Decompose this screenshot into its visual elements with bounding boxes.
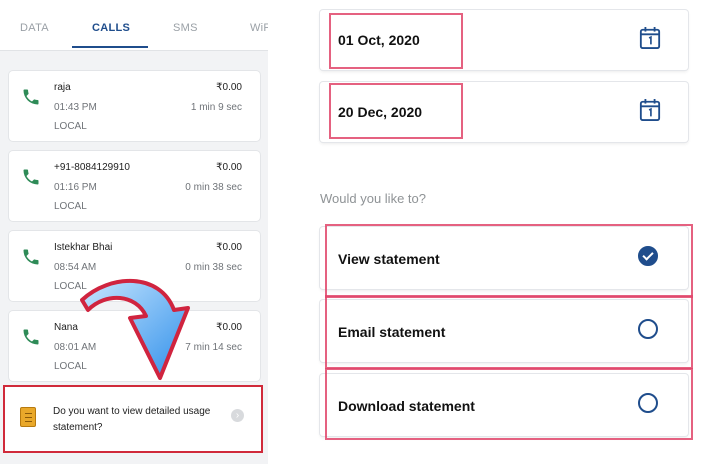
phone-icon	[23, 169, 39, 185]
call-time: 01:43 PM	[54, 102, 97, 113]
active-tab-indicator	[72, 46, 148, 48]
call-amount: ₹0.00	[216, 162, 242, 173]
caller-name: Istekhar Bhai	[54, 242, 113, 253]
options-prompt: Would you like to?	[320, 191, 426, 206]
option-annotation	[325, 295, 693, 369]
statement-panel: 01 Oct, 2020 20 Dec, 2020 Would you like…	[302, 0, 720, 464]
divider	[0, 50, 268, 51]
book-icon	[20, 407, 36, 427]
caller-name: raja	[54, 82, 71, 93]
date-annotation	[329, 83, 463, 139]
tab-calls[interactable]: CALLS	[92, 22, 130, 34]
option-annotation	[325, 224, 693, 298]
call-type: LOCAL	[54, 121, 87, 132]
call-record[interactable]: raja 01:43 PM LOCAL ₹0.00 1 min 9 sec	[9, 71, 260, 141]
tab-data[interactable]: DATA	[20, 22, 49, 34]
banner-text: Do you want to view detailed usage state…	[53, 406, 211, 433]
phone-icon	[23, 89, 39, 105]
chevron-right-icon[interactable]: ›	[231, 409, 244, 422]
call-duration: 0 min 38 sec	[185, 182, 242, 193]
call-record[interactable]: +91-8084129910 01:16 PM LOCAL ₹0.00 0 mi…	[9, 151, 260, 221]
call-amount: ₹0.00	[216, 82, 242, 93]
call-time: 01:16 PM	[54, 182, 97, 193]
call-usage-panel: DATA CALLS SMS WiFi raja 01:43 PM LOCAL …	[0, 0, 268, 464]
phone-icon	[23, 249, 39, 265]
tab-bar: DATA CALLS SMS WiFi	[0, 0, 268, 50]
option-annotation	[325, 368, 693, 440]
date-annotation	[329, 13, 463, 69]
call-amount: ₹0.00	[216, 242, 242, 253]
caller-name: +91-8084129910	[54, 162, 130, 173]
tab-wifi[interactable]: WiFi	[250, 22, 268, 34]
calendar-icon[interactable]	[639, 26, 661, 50]
detailed-statement-banner[interactable]: Do you want to view detailed usage state…	[3, 385, 263, 453]
calendar-icon[interactable]	[639, 98, 661, 122]
call-duration: 1 min 9 sec	[190, 102, 242, 113]
annotation-arrow	[80, 279, 190, 380]
call-amount: ₹0.00	[216, 322, 242, 333]
call-type: LOCAL	[54, 201, 87, 212]
tab-sms[interactable]: SMS	[173, 22, 198, 34]
phone-icon	[23, 329, 39, 345]
